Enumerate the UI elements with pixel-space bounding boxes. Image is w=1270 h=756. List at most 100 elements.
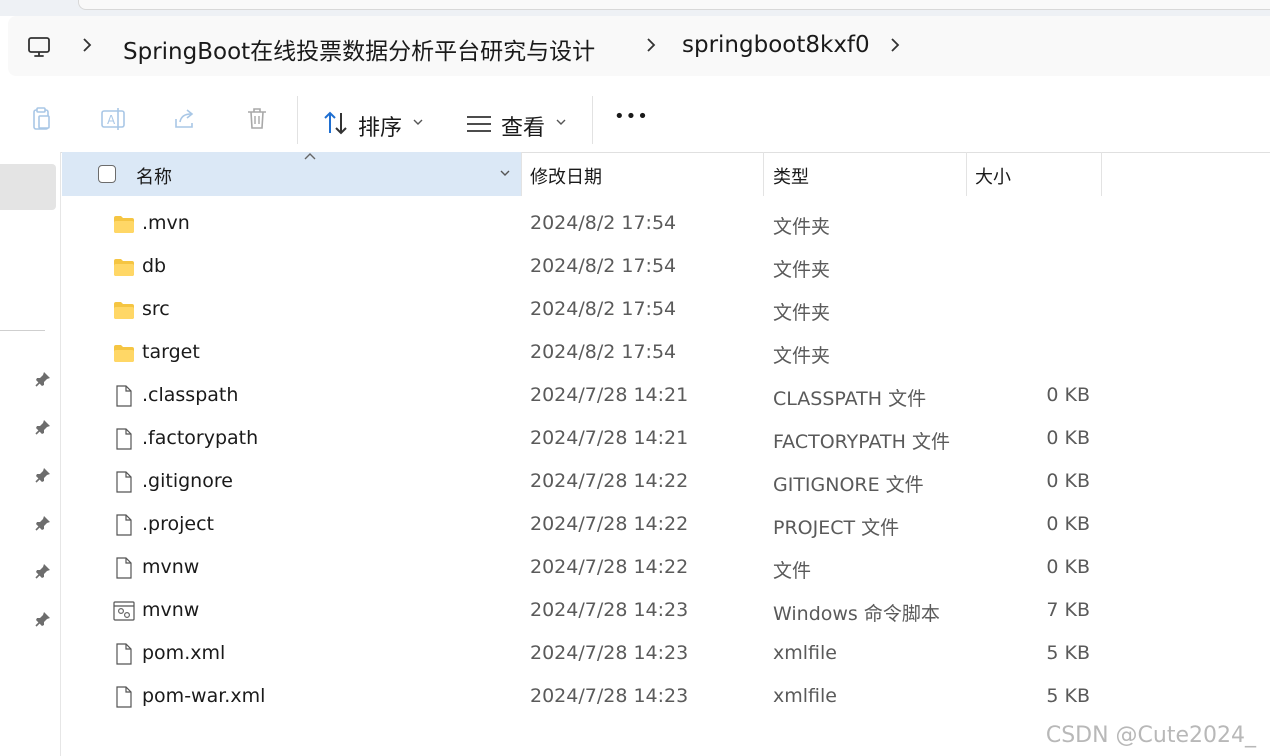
select-all-checkbox[interactable] — [98, 165, 116, 183]
column-header-type[interactable]: 类型 — [773, 163, 809, 189]
file-size: 0 KB — [1046, 470, 1090, 492]
file-row[interactable]: .gitignore 2024/7/28 14:22 GITIGNORE 文件 0 K… — [62, 460, 1270, 503]
nav-divider — [0, 330, 45, 331]
file-type: xmlfile — [773, 642, 837, 664]
file-icon — [116, 471, 132, 493]
file-icon — [116, 557, 132, 579]
watermark: CSDN @Cute2024_ — [1045, 723, 1256, 748]
pin-icon[interactable] — [34, 514, 52, 532]
file-name: pom-war.xml — [142, 685, 266, 707]
svg-text:A: A — [107, 113, 116, 127]
file-row[interactable]: mvnw 2024/7/28 14:23 Windows 命令脚本 7 KB — [62, 589, 1270, 632]
chevron-down-icon[interactable] — [412, 118, 424, 126]
column-divider[interactable] — [763, 152, 764, 196]
rename-button[interactable]: A — [96, 102, 130, 136]
file-name: .project — [142, 513, 214, 535]
file-modified-date: 2024/7/28 14:21 — [530, 384, 689, 406]
file-row[interactable]: .project 2024/7/28 14:22 PROJECT 文件 0 KB — [62, 503, 1270, 546]
file-row[interactable]: .classpath 2024/7/28 14:21 CLASSPATH 文件 0 K… — [62, 374, 1270, 417]
folder-icon — [114, 259, 134, 276]
chevron-down-icon[interactable] — [555, 118, 567, 126]
delete-button[interactable] — [240, 102, 274, 136]
column-divider[interactable] — [966, 152, 967, 196]
share-icon — [175, 109, 194, 128]
breadcrumb-project[interactable]: SpringBoot在线投票数据分析平台研究与设计 — [123, 32, 595, 66]
file-type: 文件夹 — [773, 345, 831, 367]
sort-button[interactable]: 排序 — [358, 110, 402, 142]
file-row[interactable]: pom-war.xml 2024/7/28 14:23 xmlfile 5 KB — [62, 675, 1270, 718]
file-type: 文件夹 — [773, 302, 831, 324]
chevron-right-icon[interactable] — [888, 36, 902, 54]
file-type: FACTORYPATH 文件 — [773, 431, 950, 453]
file-type: Windows 命令脚本 — [773, 603, 940, 625]
file-type: GITIGNORE 文件 — [773, 474, 924, 496]
file-name: target — [142, 341, 200, 363]
pin-icon[interactable] — [34, 466, 52, 484]
file-name: .factorypath — [142, 427, 259, 449]
chevron-right-icon[interactable] — [644, 36, 658, 54]
file-modified-date: 2024/7/28 14:23 — [530, 642, 689, 664]
file-size: 5 KB — [1046, 642, 1090, 664]
clipboard-icon — [33, 107, 50, 130]
column-divider[interactable] — [1101, 152, 1102, 196]
file-name: .classpath — [142, 384, 239, 406]
file-size: 0 KB — [1046, 556, 1090, 578]
file-size: 7 KB — [1046, 599, 1090, 621]
tab-edge — [78, 0, 1270, 10]
folder-icon — [114, 216, 134, 233]
file-size: 5 KB — [1046, 685, 1090, 707]
file-name: pom.xml — [142, 642, 226, 664]
file-type: 文件夹 — [773, 259, 831, 281]
command-bar: A 排序 查看 ••• — [0, 76, 1270, 153]
folder-icon — [114, 345, 134, 362]
navigation-pane — [0, 152, 61, 756]
column-header-modified[interactable]: 修改日期 — [530, 163, 602, 189]
file-type: CLASSPATH 文件 — [773, 388, 927, 410]
pin-icon[interactable] — [34, 418, 52, 436]
file-row[interactable]: db 2024/8/2 17:54 文件夹 — [62, 245, 1270, 288]
file-icon — [116, 643, 132, 665]
file-row[interactable]: mvnw 2024/7/28 14:22 文件 0 KB — [62, 546, 1270, 589]
file-row[interactable]: .mvn 2024/8/2 17:54 文件夹 — [62, 202, 1270, 245]
file-type: PROJECT 文件 — [773, 517, 900, 539]
pin-icon[interactable] — [34, 562, 52, 580]
sort-ascending-icon — [304, 153, 316, 160]
file-row[interactable]: target 2024/8/2 17:54 文件夹 — [62, 331, 1270, 374]
breadcrumb-folder[interactable]: springboot8kxf0 — [682, 32, 870, 58]
column-divider[interactable] — [521, 152, 522, 196]
file-type: 文件 — [773, 560, 812, 582]
file-size: 0 KB — [1046, 384, 1090, 406]
view-button[interactable]: 查看 — [501, 110, 545, 142]
file-size: 0 KB — [1046, 427, 1090, 449]
file-size: 0 KB — [1046, 513, 1090, 535]
file-type: 文件夹 — [773, 216, 831, 238]
share-button[interactable] — [168, 102, 202, 136]
file-row[interactable]: .factorypath 2024/7/28 14:21 FACTORYPATH 文… — [62, 417, 1270, 460]
chevron-right-icon[interactable] — [80, 36, 94, 54]
file-row[interactable]: src 2024/8/2 17:54 文件夹 — [62, 288, 1270, 331]
column-header: 名称 修改日期 类型 大小 — [62, 152, 1270, 196]
sort-arrows-icon[interactable] — [322, 110, 350, 136]
file-icon — [116, 385, 132, 407]
computer-icon[interactable] — [26, 34, 52, 60]
view-lines-icon[interactable] — [466, 114, 492, 134]
file-row[interactable]: pom.xml 2024/7/28 14:23 xmlfile 5 KB — [62, 632, 1270, 675]
paste-button[interactable] — [24, 102, 58, 136]
nav-selected-item[interactable] — [0, 164, 56, 210]
pin-icon[interactable] — [34, 370, 52, 388]
file-modified-date: 2024/8/2 17:54 — [530, 212, 677, 234]
file-name: .mvn — [142, 212, 190, 234]
more-options-button[interactable]: ••• — [614, 106, 649, 127]
column-header-size[interactable]: 大小 — [975, 163, 1011, 189]
folder-icon — [114, 302, 134, 319]
file-modified-date: 2024/7/28 14:23 — [530, 599, 689, 621]
chevron-down-icon[interactable] — [499, 169, 511, 177]
column-header-name[interactable]: 名称 — [62, 152, 521, 196]
file-modified-date: 2024/7/28 14:22 — [530, 470, 689, 492]
address-bar[interactable]: SpringBoot在线投票数据分析平台研究与设计 springboot8kxf… — [8, 16, 1270, 76]
rename-icon: A — [101, 108, 125, 130]
file-name: mvnw — [142, 556, 200, 578]
pin-icon[interactable] — [34, 610, 52, 628]
file-name: .gitignore — [142, 470, 233, 492]
file-modified-date: 2024/7/28 14:22 — [530, 556, 689, 578]
